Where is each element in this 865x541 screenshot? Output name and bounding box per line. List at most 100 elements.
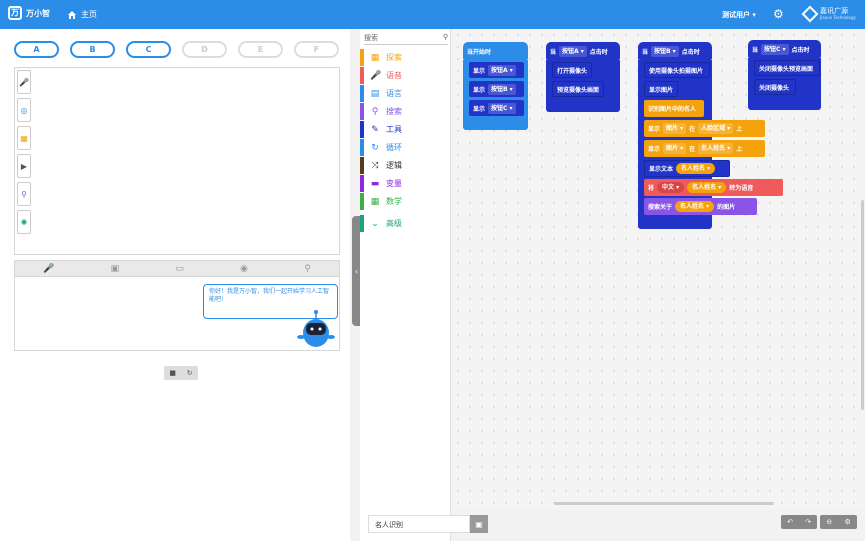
video-icon[interactable]: ▶ <box>17 154 31 178</box>
block-label: 关闭摄像头 <box>759 84 790 92</box>
button-dropdown[interactable]: 按钮B ▾ <box>651 45 679 57</box>
user-label: 测试用户 <box>722 11 750 19</box>
preview-camera-block[interactable]: 预览摄像头画面 <box>552 81 604 97</box>
show-image-face-block[interactable]: 显示 图片 ▾ 在 人脸区域 ▾ 上 <box>644 120 765 137</box>
close-preview-block[interactable]: 关闭摄像头预览画面 <box>754 60 820 76</box>
close-camera-block[interactable]: 关闭摄像头 <box>754 79 796 95</box>
category-search-item[interactable]: ⚲ 搜索 <box>360 103 450 120</box>
search-images-block[interactable]: 搜索关于 名人姓名 ▾ 的图片 <box>644 198 757 215</box>
category-label: 探索 <box>386 53 402 62</box>
logo[interactable]: 万 万小智 <box>8 6 50 20</box>
mic-icon[interactable]: 🎤 <box>17 70 31 94</box>
search-icon: ⚲ <box>442 33 448 41</box>
dropdown-value: 图片 <box>666 125 679 132</box>
block-keyword: 搜索关于 <box>648 204 673 211</box>
capture-photo-block[interactable]: 使用摄像头拍摄图片 <box>644 62 710 78</box>
category-label: 搜索 <box>386 107 402 116</box>
button-a[interactable]: A <box>14 41 59 58</box>
open-camera-block[interactable]: 打开摄像头 <box>552 62 592 78</box>
variable-value: 名人姓名 <box>692 184 717 191</box>
save-icon[interactable]: ▣ <box>470 515 488 533</box>
stop-icon[interactable]: ■ <box>169 369 176 377</box>
home-label: 主页 <box>81 10 97 19</box>
region-dropdown[interactable]: 人脸区域 ▾ <box>698 123 734 134</box>
block-keyword: 上 <box>736 146 743 153</box>
block-label: 显示图片 <box>649 86 674 94</box>
name-dropdown[interactable]: 名人姓名 ▾ <box>698 143 734 154</box>
face-icon[interactable]: ◉ <box>240 264 248 274</box>
gear-icon[interactable]: ⚙ <box>773 8 784 20</box>
text-to-speech-block[interactable]: 将 中文 ▾ 名人姓名 ▾ 转为语音 <box>644 179 783 196</box>
category-tools[interactable]: ✎ 工具 <box>360 121 450 138</box>
celebrity-name-variable[interactable]: 名人姓名 ▾ <box>687 182 727 193</box>
button-f[interactable]: F <box>294 41 339 58</box>
show-button-c-block[interactable]: 显示 按钮C ▾ <box>469 100 524 116</box>
button-e[interactable]: E <box>238 41 283 58</box>
button-a-event-block[interactable]: 当按钮A ▾ 点击时 <box>546 42 620 60</box>
undo-icon[interactable]: ↶ <box>787 518 793 526</box>
home-link[interactable]: 主页 <box>67 9 97 20</box>
category-bar <box>360 85 364 102</box>
category-variables[interactable]: ▬ 变量 <box>360 175 450 192</box>
mic-icon[interactable]: 🎤 <box>43 264 54 274</box>
zoom-in-icon[interactable]: ⚙ <box>845 518 851 526</box>
variable-value: 名人姓名 <box>681 165 706 172</box>
stage-area: 🎤 ◎ ▦ ▶ ⚲ ✺ <box>14 67 340 255</box>
filename-field[interactable]: 名人识别 <box>368 515 470 533</box>
button-dropdown[interactable]: 按钮A ▾ <box>488 64 516 76</box>
recognize-celebrity-block[interactable]: 识别图片中的名人 <box>644 100 704 117</box>
language-dropdown[interactable]: 中文 ▾ <box>657 182 685 193</box>
user-menu[interactable]: 测试用户 ▾ <box>722 10 756 20</box>
block-keyword: 转为语音 <box>729 185 754 192</box>
category-bar <box>360 67 364 84</box>
bulb-icon[interactable]: ✺ <box>17 210 31 234</box>
search-icon[interactable]: ⚲ <box>304 264 311 274</box>
image-icon[interactable]: ▦ <box>17 126 31 150</box>
horizontal-scrollbar[interactable] <box>554 502 774 505</box>
button-dropdown[interactable]: 按钮C ▾ <box>761 43 789 55</box>
category-label: 语音 <box>386 71 402 80</box>
category-math[interactable]: ▦ 数学 <box>360 193 450 210</box>
zoom-out-icon[interactable]: ⊖ <box>826 518 832 526</box>
refresh-icon[interactable]: ↻ <box>187 369 193 377</box>
button-b[interactable]: B <box>70 41 115 58</box>
category-explore[interactable]: ▦ 探索 <box>360 49 450 66</box>
top-bar: 万 万小智 主页 测试用户 ▾ ⚙ 嘉讯广源 Jiaxun Technology <box>0 0 865 29</box>
category-speech[interactable]: 🎤 语音 <box>360 67 450 84</box>
image-dropdown[interactable]: 图片 ▾ <box>663 143 687 154</box>
brand-logo: 嘉讯广源 Jiaxun Technology <box>801 5 856 22</box>
category-language[interactable]: ▤ 语言 <box>360 85 450 102</box>
image-icon[interactable]: ▭ <box>175 264 184 274</box>
category-logic[interactable]: ⤨ 逻辑 <box>360 157 450 174</box>
show-button-b-block[interactable]: 显示 按钮B ▾ <box>469 81 524 97</box>
button-d[interactable]: D <box>182 41 227 58</box>
image-dropdown[interactable]: 图片 ▾ <box>663 123 687 134</box>
celebrity-name-variable[interactable]: 名人姓名 ▾ <box>676 163 716 174</box>
calculator-icon: ▦ <box>370 196 380 207</box>
category-search[interactable]: 搜索 ⚲ <box>364 33 448 45</box>
show-image-block[interactable]: 显示图片 <box>644 81 678 97</box>
vertical-scrollbar[interactable] <box>861 200 864 410</box>
button-c-event-block[interactable]: 当按钮C ▾ 点击时 <box>748 40 821 58</box>
text-icon[interactable]: ▣ <box>111 264 120 274</box>
start-hat-block[interactable]: 当开始时 <box>463 42 528 60</box>
wrench-icon: ✎ <box>371 124 379 135</box>
voice-icon[interactable]: ◎ <box>17 98 31 122</box>
category-bar <box>360 215 364 232</box>
category-loop[interactable]: ↻ 循环 <box>360 139 450 156</box>
button-dropdown[interactable]: 按钮B ▾ <box>488 83 516 95</box>
show-image-name-block[interactable]: 显示 图片 ▾ 在 名人姓名 ▾ 上 <box>644 140 765 157</box>
button-c[interactable]: C <box>126 41 171 58</box>
button-b-event-block[interactable]: 当按钮B ▾ 点击时 <box>638 42 712 60</box>
search-icon[interactable]: ⚲ <box>17 182 31 206</box>
button-dropdown[interactable]: 按钮C ▾ <box>488 102 516 114</box>
block-workspace[interactable]: 当开始时 显示 按钮A ▾ 显示 按钮B ▾ 显示 按钮C ▾ 当按钮A ▾ 点击时 打… <box>452 29 865 509</box>
show-button-a-block[interactable]: 显示 按钮A ▾ <box>469 62 524 78</box>
redo-icon[interactable]: ↷ <box>805 518 811 526</box>
brand-name: 嘉讯广源 <box>820 7 848 15</box>
button-dropdown[interactable]: 按钮A ▾ <box>559 45 587 57</box>
show-text-block[interactable]: 显示文本 名人姓名 ▾ <box>644 160 730 177</box>
celebrity-name-variable[interactable]: 名人姓名 ▾ <box>675 201 715 212</box>
chat-area: 你好！我是万小智，我们一起开始学习人工智能吧! <box>14 277 340 351</box>
category-advanced[interactable]: ⌄ 高级 <box>360 215 450 232</box>
